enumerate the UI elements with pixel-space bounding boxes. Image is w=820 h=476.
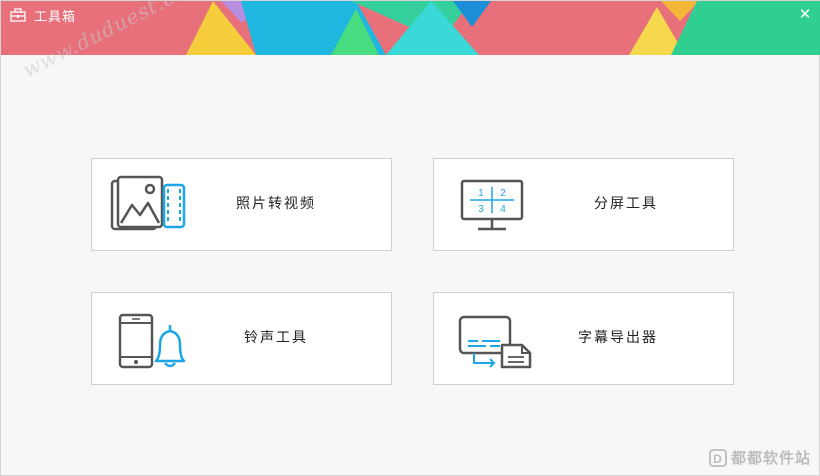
toolbox-window: 工具箱 ✕ www.duduest.com 照片转视频 1 2 3 4 分屏工具… bbox=[0, 0, 820, 476]
split-screen-button[interactable]: 1 2 3 4 分屏工具 bbox=[433, 158, 734, 251]
split-digit-1: 1 bbox=[478, 188, 484, 199]
window-title: 工具箱 bbox=[34, 10, 77, 25]
brand-text: 都都软件站 bbox=[730, 449, 811, 467]
subtitle-exporter-button[interactable]: 字幕导出器 bbox=[433, 292, 734, 385]
ringtone-tool-button[interactable]: 铃声工具 bbox=[91, 292, 392, 385]
split-digit-3: 3 bbox=[478, 204, 484, 215]
split-screen-label: 分屏工具 bbox=[594, 196, 658, 212]
split-digit-2: 2 bbox=[500, 188, 506, 199]
subtitle-exporter-label: 字幕导出器 bbox=[578, 330, 658, 346]
photo-to-video-label: 照片转视频 bbox=[236, 196, 316, 212]
toolbox-app-icon bbox=[10, 8, 26, 22]
subtitle-export-icon bbox=[458, 315, 532, 369]
site-brand-watermark: D 都都软件站 bbox=[709, 447, 811, 468]
ringtone-icon bbox=[118, 313, 186, 369]
brand-logo-icon: D bbox=[709, 448, 727, 467]
brand-logo-letter: D bbox=[713, 452, 723, 466]
ringtone-tool-label: 铃声工具 bbox=[244, 330, 308, 346]
photo-to-video-icon bbox=[110, 175, 186, 231]
split-digit-4: 4 bbox=[500, 204, 506, 215]
photo-to-video-button[interactable]: 照片转视频 bbox=[91, 158, 392, 251]
split-screen-icon: 1 2 3 4 bbox=[460, 179, 524, 231]
close-button[interactable]: ✕ bbox=[795, 4, 815, 24]
